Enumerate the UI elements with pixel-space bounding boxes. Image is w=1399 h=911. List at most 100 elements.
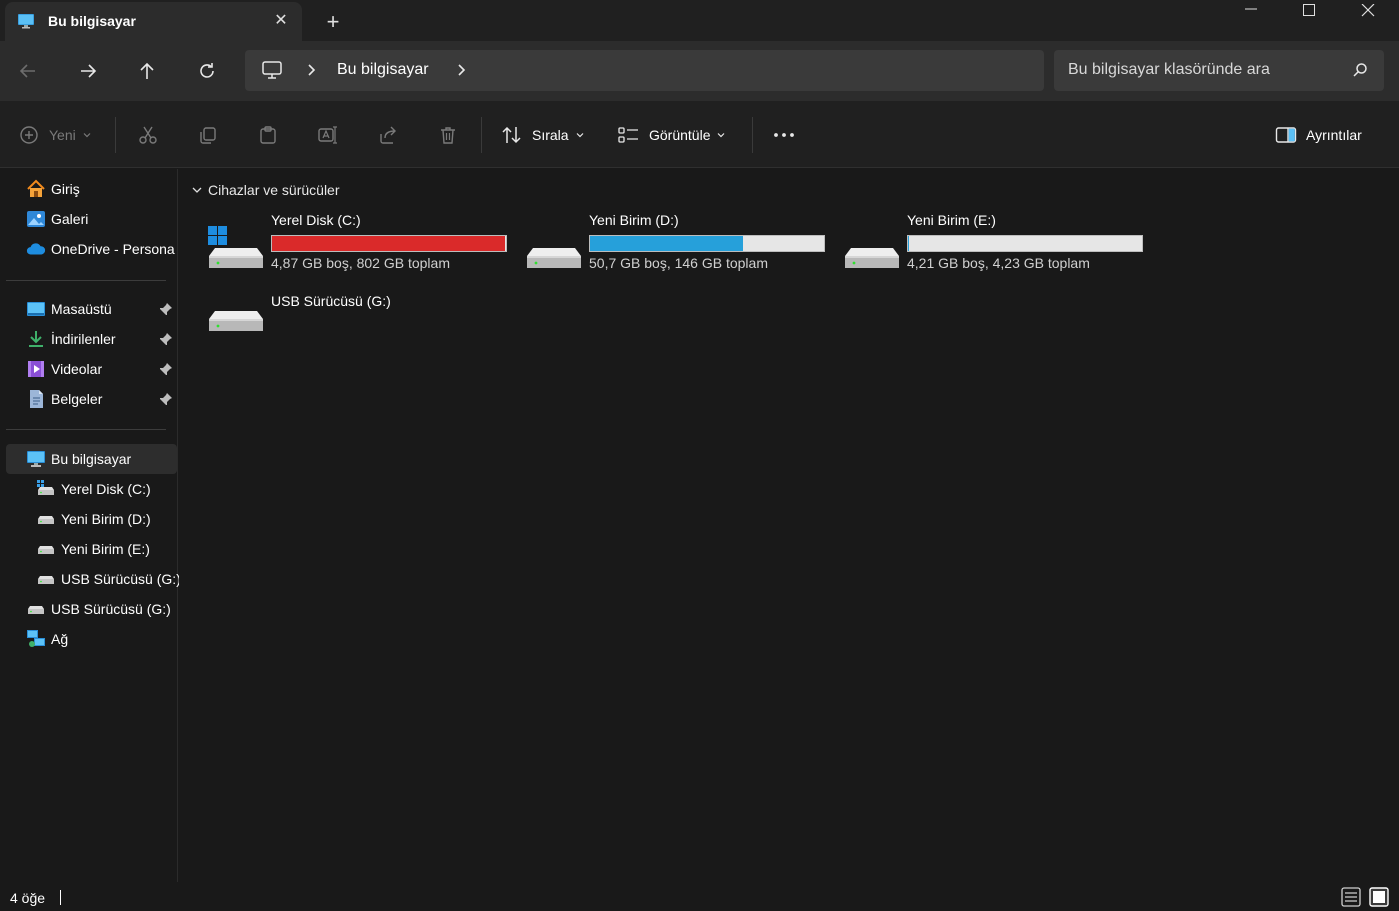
sidebar-item-gallery[interactable]: Galeri (0, 204, 178, 234)
documents-icon (26, 389, 46, 409)
rename-button[interactable] (318, 119, 338, 151)
usage-fill (590, 236, 743, 251)
plus-circle-icon (20, 126, 38, 144)
sidebar-item-label: Yerel Disk (C:) (61, 481, 151, 497)
videos-icon (26, 359, 46, 379)
sidebar-item-drive-g[interactable]: USB Sürücüsü (G:) (0, 564, 181, 594)
hard-drive-icon (844, 226, 900, 275)
search-input[interactable]: Bu bilgisayar klasöründe ara (1054, 50, 1384, 91)
tiles-view-button[interactable] (1369, 887, 1389, 907)
sidebar-item-downloads[interactable]: İndirilenler (0, 324, 178, 354)
trash-icon (441, 127, 455, 144)
sort-arrows-icon (502, 126, 521, 144)
sidebar-item-this-pc[interactable]: Bu bilgisayar (6, 444, 177, 474)
usage-fill (908, 236, 910, 251)
clipboard-icon (260, 126, 276, 144)
drive-tile-c[interactable]: Yerel Disk (C:) 4,87 GB boş, 802 GB topl… (208, 212, 518, 278)
sidebar-item-label: Masaüstü (51, 301, 112, 317)
drive-tile-d[interactable]: Yeni Birim (D:) 50,7 GB boş, 146 GB topl… (526, 212, 836, 278)
sidebar-item-videos[interactable]: Videolar (0, 354, 178, 384)
usb-drive-icon (36, 569, 56, 589)
address-bar[interactable]: Bu bilgisayar (245, 50, 1044, 91)
sidebar-item-usb[interactable]: USB Sürücüsü (G:) (0, 594, 178, 624)
copy-icon (200, 127, 216, 144)
copy-button[interactable] (198, 119, 218, 151)
sidebar-item-label: USB Sürücüsü (G:) (61, 571, 181, 587)
system-drive-icon (36, 479, 56, 499)
up-button[interactable] (131, 55, 163, 87)
chevron-down-icon (83, 133, 91, 138)
new-label: Yeni (49, 127, 76, 143)
search-icon[interactable] (1352, 62, 1368, 81)
monitor-icon (26, 449, 46, 469)
sidebar-item-label: Bu bilgisayar (51, 451, 132, 467)
more-options-button[interactable] (772, 119, 796, 151)
delete-button[interactable] (438, 119, 458, 151)
sidebar-item-documents[interactable]: Belgeler (0, 384, 178, 414)
details-view-icon (1341, 887, 1361, 907)
chevron-right-icon[interactable] (455, 62, 469, 81)
breadcrumb-this-pc[interactable]: Bu bilgisayar (337, 61, 429, 79)
close-window-button[interactable] (1339, 0, 1397, 30)
drive-tile-g[interactable]: USB Sürücüsü (G:) (208, 293, 518, 359)
pin-icon[interactable] (159, 392, 173, 409)
gallery-icon (26, 209, 46, 229)
details-label: Ayrıntılar (1306, 127, 1362, 143)
details-pane-icon (1275, 127, 1297, 143)
sidebar-item-drive-e[interactable]: Yeni Birim (E:) (0, 534, 178, 564)
group-header[interactable]: Cihazlar ve sürücüler (191, 182, 340, 198)
close-tab-icon[interactable]: ✕ (270, 10, 292, 32)
forward-button[interactable] (72, 55, 104, 87)
tab-this-pc[interactable]: Bu bilgisayar ✕ (5, 2, 302, 41)
maximize-button[interactable] (1280, 0, 1338, 30)
drive-space: 4,87 GB boş, 802 GB toplam (271, 255, 450, 271)
share-button[interactable] (378, 119, 398, 151)
new-tab-button[interactable]: + (320, 9, 346, 35)
desktop-icon (26, 299, 46, 319)
drive-name: USB Sürücüsü (G:) (271, 293, 391, 309)
usage-fill (272, 236, 505, 251)
address-row: Bu bilgisayar Bu bilgisayar klasöründe a… (0, 41, 1399, 101)
sidebar-item-desktop[interactable]: Masaüstü (0, 294, 178, 324)
arrow-up-icon (140, 62, 154, 79)
usb-drive-icon (26, 599, 46, 619)
status-bar: 4 öğe (0, 882, 1399, 911)
sort-button[interactable]: Sırala (501, 119, 585, 151)
usage-bar (271, 235, 507, 252)
drive-tile-e[interactable]: Yeni Birim (E:) 4,21 GB boş, 4,23 GB top… (844, 212, 1154, 278)
chevron-right-icon[interactable] (305, 62, 319, 81)
system-drive-icon (208, 226, 264, 275)
view-button[interactable]: Görüntüle (618, 119, 726, 151)
hard-drive-icon (36, 539, 56, 559)
hard-drive-icon (526, 226, 582, 275)
sort-label: Sırala (532, 127, 569, 143)
sidebar-item-drive-d[interactable]: Yeni Birim (D:) (0, 504, 178, 534)
sidebar-item-home[interactable]: Giriş (0, 174, 178, 204)
pin-icon[interactable] (159, 362, 173, 379)
group-title: Cihazlar ve sürücüler (208, 182, 340, 198)
title-bar: Bu bilgisayar ✕ + (0, 0, 1399, 41)
view-label: Görüntüle (649, 127, 711, 143)
pc-icon (261, 59, 283, 84)
back-button[interactable] (12, 55, 44, 87)
minimize-button[interactable] (1222, 0, 1280, 30)
paste-button[interactable] (258, 119, 278, 151)
view-list-icon (618, 127, 638, 143)
sidebar-item-label: Yeni Birim (D:) (61, 511, 151, 527)
tab-title: Bu bilgisayar (48, 13, 136, 29)
cut-button[interactable] (138, 119, 158, 151)
network-icon (26, 629, 46, 649)
pin-icon[interactable] (159, 302, 173, 319)
sidebar-item-label: Galeri (51, 211, 89, 227)
pin-icon[interactable] (159, 332, 173, 349)
details-pane-button[interactable]: Ayrıntılar (1275, 119, 1362, 151)
new-button[interactable]: Yeni (19, 119, 92, 151)
chevron-down-icon (718, 133, 725, 138)
sidebar-item-onedrive[interactable]: OneDrive - Persona (0, 234, 178, 264)
details-view-button[interactable] (1341, 887, 1361, 907)
sidebar-item-drive-c[interactable]: Yerel Disk (C:) (0, 474, 178, 504)
sidebar-item-label: İndirilenler (51, 331, 116, 347)
refresh-button[interactable] (191, 55, 223, 87)
command-bar: Yeni Sırala Görüntüle Ayrıntılar (0, 101, 1399, 168)
sidebar-item-network[interactable]: Ağ (0, 624, 178, 654)
